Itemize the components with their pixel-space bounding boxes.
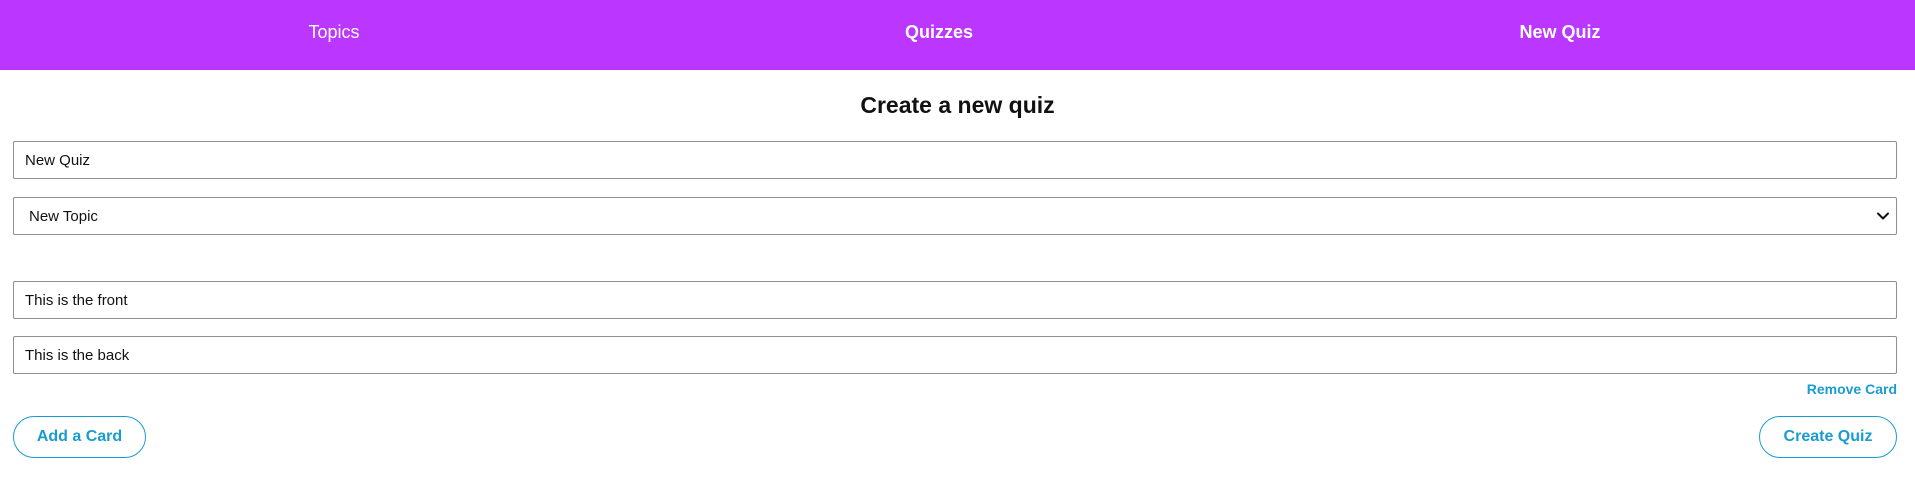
nav-link-topics[interactable]: Topics bbox=[308, 0, 359, 70]
card-back-input[interactable] bbox=[13, 336, 1897, 374]
top-navigation: Topics Quizzes New Quiz bbox=[0, 0, 1915, 70]
remove-card-button[interactable]: Remove Card bbox=[1807, 381, 1897, 397]
nav-link-quizzes[interactable]: Quizzes bbox=[905, 0, 973, 70]
create-quiz-button[interactable]: Create Quiz bbox=[1759, 416, 1897, 458]
topic-select-value: New Topic bbox=[29, 207, 98, 225]
card-front-input[interactable] bbox=[13, 281, 1897, 319]
chevron-down-icon bbox=[1876, 209, 1890, 223]
page-title: Create a new quiz bbox=[860, 92, 1055, 118]
quiz-name-input[interactable] bbox=[13, 141, 1897, 179]
nav-link-new-quiz[interactable]: New Quiz bbox=[1519, 0, 1600, 70]
topic-select[interactable]: New Topic bbox=[13, 197, 1897, 235]
add-card-button[interactable]: Add a Card bbox=[13, 416, 146, 458]
